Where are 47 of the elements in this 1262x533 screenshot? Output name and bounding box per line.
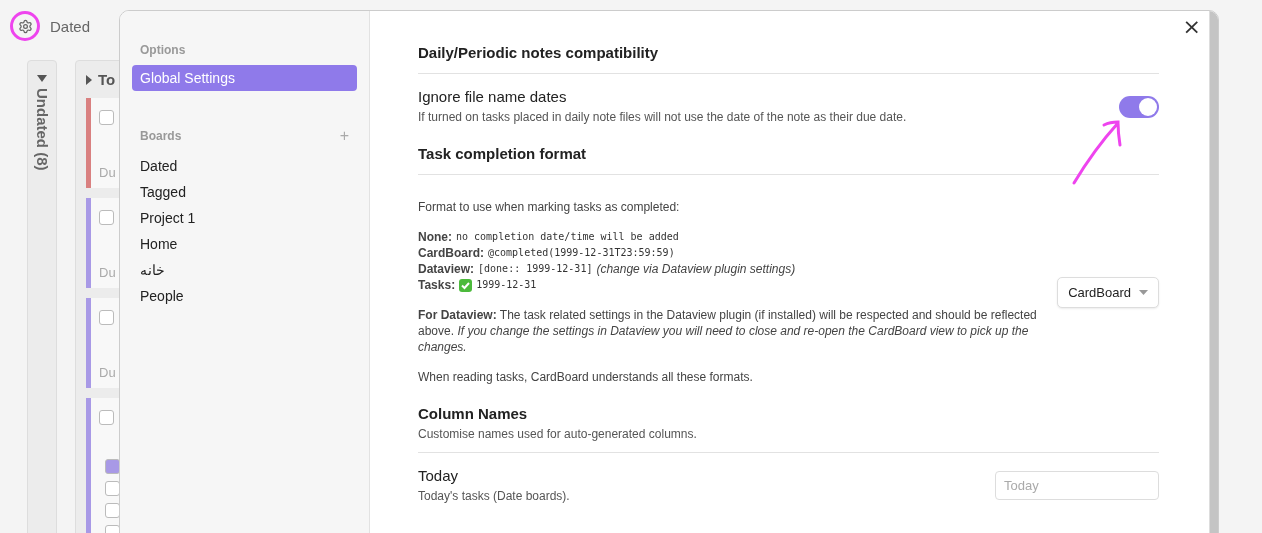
format-code: 1999-12-31	[476, 278, 537, 292]
due-label: Du	[99, 165, 116, 180]
format-code: @completed(1999-12-31T23:59:59)	[488, 246, 675, 260]
column-name-field[interactable]: Today	[995, 471, 1159, 500]
triangle-down-icon[interactable]	[37, 75, 47, 82]
sidebar-heading: Boards	[140, 129, 182, 143]
sidebar-item[interactable]: Project 1	[132, 205, 357, 231]
due-label: Du	[99, 265, 116, 280]
task-checkbox[interactable]	[99, 210, 114, 225]
setting-description: Format to use when marking tasks as completed:	[418, 199, 681, 215]
format-label: Dataview:	[418, 261, 475, 277]
format-code: no completion date/time will be added	[456, 230, 679, 244]
sidebar-item[interactable]: Dated	[132, 153, 357, 179]
task-checkbox[interactable]	[99, 410, 114, 425]
setting-name: Today	[418, 467, 460, 484]
format-note: (change via Dataview plugin settings)	[596, 261, 796, 277]
setting-name: Ignore file name dates	[418, 88, 568, 105]
task-checkbox[interactable]	[99, 310, 114, 325]
scrollbar[interactable]	[1209, 11, 1218, 533]
format-code: [done:: 1999-12-31]	[478, 262, 593, 276]
formats-note: When reading tasks, CardBoard understands all these formats.	[418, 369, 754, 385]
sidebar-item[interactable]: خانه	[132, 257, 357, 283]
format-label: Tasks:	[418, 277, 456, 293]
format-select[interactable]: CardBoard	[1057, 276, 1159, 308]
sidebar-item[interactable]: Tagged	[132, 179, 357, 205]
board-title: Dated	[50, 17, 91, 35]
format-label: CardBoard:	[418, 245, 484, 261]
sidebar-item[interactable]: People	[132, 283, 357, 309]
close-button[interactable]: ×	[1182, 15, 1201, 39]
due-label: Du	[99, 365, 116, 380]
section-heading: Column Names	[418, 405, 529, 422]
task-checkbox[interactable]	[99, 110, 114, 125]
column-title: To	[98, 71, 116, 88]
format-label: None:	[418, 229, 452, 245]
triangle-right-icon[interactable]	[86, 74, 92, 85]
sidebar-item[interactable]: Home	[132, 231, 357, 257]
column-title: Undated (8)	[33, 88, 51, 171]
setting-description: Today's tasks (Date boards).	[418, 488, 570, 504]
caret-icon	[1139, 289, 1148, 295]
settings-icon[interactable]	[17, 18, 33, 34]
dataview-note: For Dataview: The task related settings in the Dataview plugin (if installed) will be respected and should be reflected above. If you change the settings in Dataview you will need to close and re-open the CardBoard view to pick up the changes.	[418, 307, 1038, 355]
setting-description: If turned on tasks placed in daily note files will not use the date of the note as their due date.	[418, 109, 907, 125]
section-heading: Daily/Periodic notes compatibility	[418, 44, 1159, 74]
section-description: Customise names used for auto-generated columns.	[418, 426, 1159, 453]
toggle-switch[interactable]	[1119, 95, 1159, 118]
section-heading: Task completion format	[418, 145, 1159, 175]
sidebar-heading: Options	[140, 43, 186, 57]
